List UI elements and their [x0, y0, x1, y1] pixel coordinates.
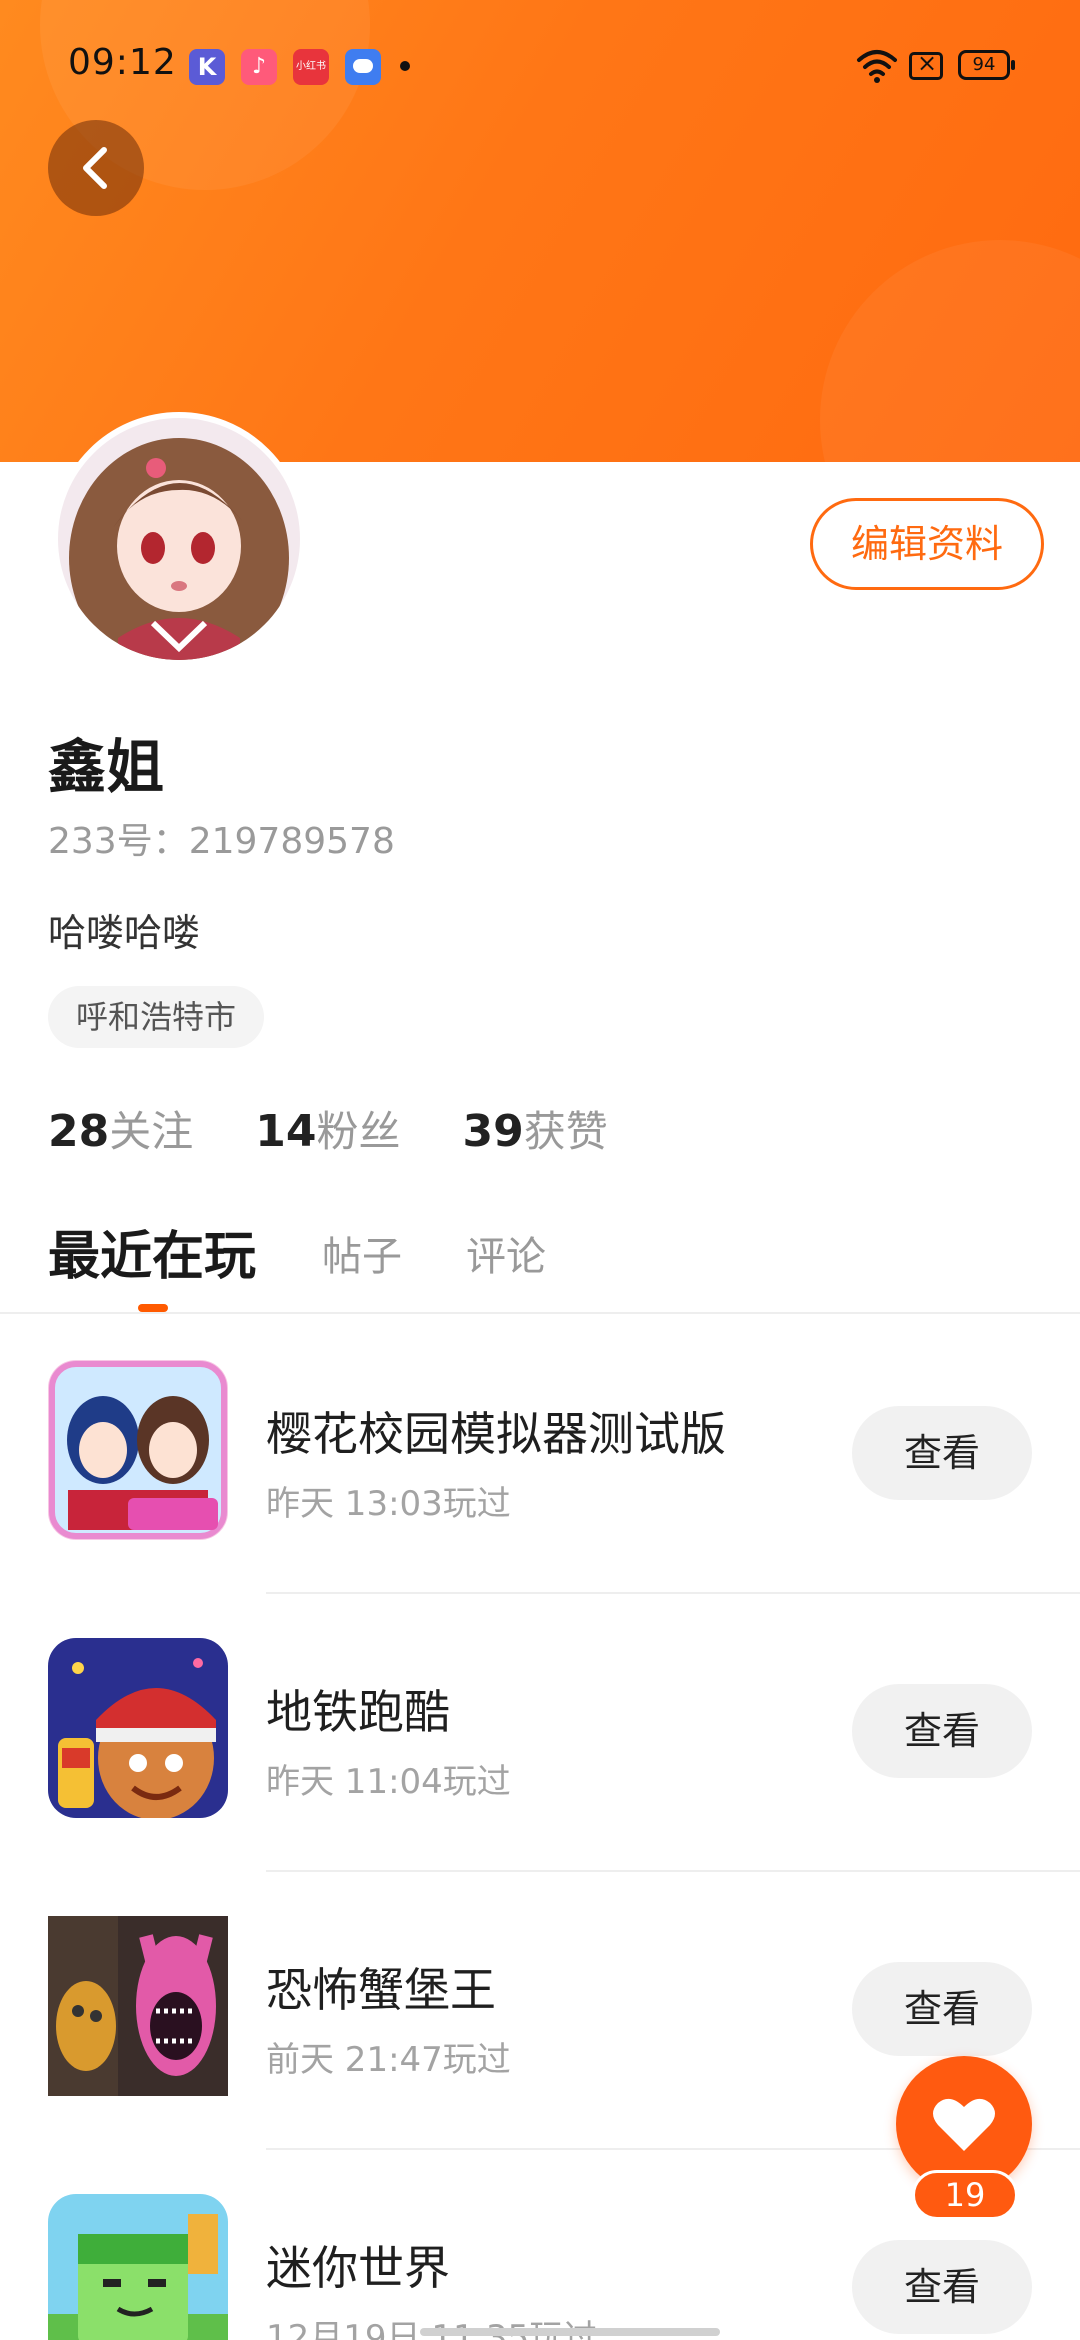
game-art — [48, 1916, 228, 2096]
profile-tabs: 最近在玩 帖子 评论 — [0, 1210, 1080, 1314]
avatar-image — [58, 418, 300, 660]
stat-label: 关注 — [109, 1107, 194, 1156]
stat-followers[interactable]: 14 粉丝 — [255, 1098, 400, 1159]
home-indicator[interactable] — [420, 2328, 720, 2336]
game-name: 地铁跑酷 — [266, 1685, 450, 1739]
notification-xiaohongshu-icon: 小红书 — [293, 49, 329, 85]
chevron-left-icon — [83, 147, 107, 189]
status-time: 09:12 — [68, 42, 177, 83]
status-bar: 09:12 K ♪ 小红书 94 — [0, 0, 1080, 130]
notification-k-icon: K — [189, 49, 225, 85]
stat-number: 39 — [462, 1106, 524, 1157]
game-icon — [48, 2194, 228, 2340]
view-button[interactable]: 查看 — [852, 2240, 1032, 2334]
battery-icon: 94 — [958, 50, 1015, 80]
user-id: 233号：219789578 — [48, 821, 395, 862]
game-art — [48, 2194, 228, 2340]
stat-label: 获赞 — [523, 1107, 608, 1156]
tab-indicator — [138, 1304, 168, 1312]
tab-posts[interactable]: 帖子 — [322, 1224, 402, 1282]
user-bio: 哈喽哈喽 — [48, 911, 201, 955]
list-item[interactable]: 樱花校园模拟器测试版 昨天 13:03玩过 查看 — [0, 1316, 1080, 1594]
game-last-played: 昨天 11:04玩过 — [266, 1762, 511, 1802]
view-button[interactable]: 查看 — [852, 1962, 1032, 2056]
wifi-icon — [857, 50, 897, 83]
list-item[interactable]: 地铁跑酷 昨天 11:04玩过 查看 — [0, 1594, 1080, 1872]
more-notifications-dot — [400, 61, 410, 71]
stat-number: 28 — [48, 1106, 110, 1157]
header-decoration — [820, 240, 1080, 462]
no-sim-icon — [909, 49, 943, 80]
stat-number: 14 — [255, 1106, 317, 1157]
tab-comments[interactable]: 评论 — [466, 1224, 546, 1282]
game-art — [48, 1638, 228, 1818]
username: 鑫姐 — [48, 733, 165, 801]
stat-label: 粉丝 — [316, 1107, 401, 1156]
view-button[interactable]: 查看 — [852, 1684, 1032, 1778]
heart-icon — [933, 2098, 995, 2151]
game-art — [48, 1360, 228, 1540]
notification-chat-icon — [345, 49, 381, 85]
notification-music-icon: ♪ — [241, 49, 277, 85]
game-last-played: 昨天 13:03玩过 — [266, 1484, 511, 1524]
favorite-count-badge: 19 — [912, 2170, 1018, 2220]
profile-stats: 28 关注 14 粉丝 39 获赞 — [48, 1098, 670, 1158]
edit-profile-button[interactable]: 编辑资料 — [810, 498, 1044, 590]
tab-recently-played[interactable]: 最近在玩 — [48, 1214, 256, 1289]
game-last-played: 前天 21:47玩过 — [266, 2040, 511, 2080]
back-button[interactable] — [48, 120, 144, 216]
stat-following[interactable]: 28 关注 — [48, 1098, 193, 1159]
game-icon — [48, 1916, 228, 2096]
game-name: 迷你世界 — [266, 2241, 450, 2295]
game-icon — [48, 1360, 228, 1540]
game-name: 恐怖蟹堡王 — [266, 1963, 496, 2017]
stat-likes[interactable]: 39 获赞 — [463, 1098, 608, 1159]
avatar[interactable] — [52, 412, 306, 666]
view-button[interactable]: 查看 — [852, 1406, 1032, 1500]
location-tag: 呼和浩特市 — [48, 986, 265, 1048]
game-icon — [48, 1638, 228, 1818]
game-name: 樱花校园模拟器测试版 — [266, 1407, 726, 1461]
